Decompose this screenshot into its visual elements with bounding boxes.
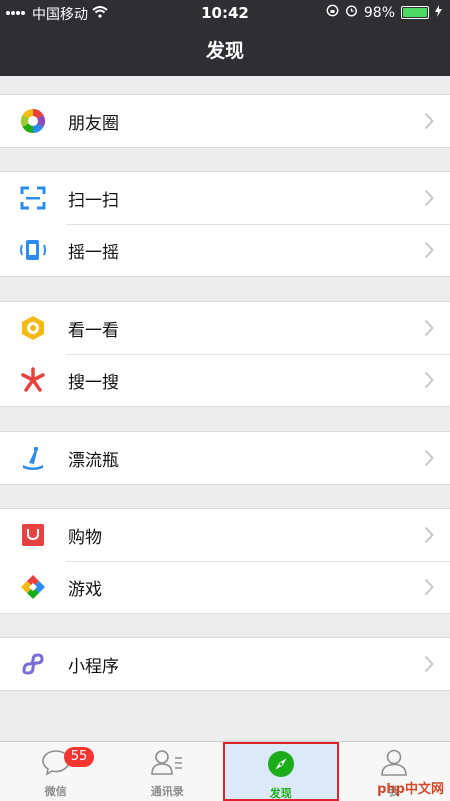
tab-label: 通讯录: [151, 783, 184, 799]
menu-item-moments[interactable]: 朋友圈: [0, 95, 450, 147]
chevron-right-icon: [424, 655, 434, 677]
menu-item-label: 购物: [68, 523, 102, 548]
profile-icon: [380, 748, 408, 780]
menu-item-label: 扫一扫: [68, 186, 119, 211]
chevron-right-icon: [424, 189, 434, 211]
watermark: php中文网: [377, 778, 444, 797]
chevron-right-icon: [424, 371, 434, 393]
scan-icon: [20, 185, 46, 211]
menu-item-label: 朋友圈: [68, 109, 119, 134]
chevron-right-icon: [424, 319, 434, 341]
chevron-right-icon: [424, 112, 434, 134]
menu-item-label: 漂流瓶: [68, 446, 119, 471]
tab-label: 发现: [270, 785, 292, 801]
tab-label: 微信: [45, 783, 67, 799]
charging-icon: [435, 5, 442, 21]
contacts-icon: [150, 748, 184, 780]
menu-item-shopping[interactable]: 购物: [0, 509, 450, 561]
battery-icon: [401, 6, 429, 19]
search-icon: [20, 367, 46, 393]
shopping-icon: [20, 522, 46, 548]
tab-contacts[interactable]: 通讯录: [112, 742, 224, 801]
menu-group-moments: 朋友圈: [0, 94, 450, 148]
menu-item-label: 搜一搜: [68, 368, 119, 393]
chevron-right-icon: [424, 449, 434, 471]
battery-label: 98%: [364, 5, 395, 21]
menu-item-games[interactable]: 游戏: [0, 561, 450, 613]
menu-item-search[interactable]: 搜一搜: [0, 354, 450, 406]
tab-discover[interactable]: 发现: [223, 742, 339, 801]
chevron-right-icon: [424, 578, 434, 600]
unread-badge: 55: [64, 747, 94, 767]
menu-item-label: 游戏: [68, 575, 102, 600]
tab-chats[interactable]: 微信 55: [0, 742, 112, 801]
menu-item-top-stories[interactable]: 看一看: [0, 302, 450, 354]
status-right: 98%: [326, 4, 442, 21]
page-title: 发现: [206, 40, 244, 62]
menu-group-mini-programs: 小程序: [0, 637, 450, 691]
menu-group-shopping-games: 购物 游戏: [0, 508, 450, 614]
status-bar: 中国移动 10:42 98%: [0, 0, 450, 26]
alarm-icon: [345, 4, 358, 21]
menu-group-bottle: 漂流瓶: [0, 431, 450, 485]
menu-group-top-stories-search: 看一看 搜一搜: [0, 301, 450, 407]
menu-item-label: 摇一摇: [68, 238, 119, 263]
bottle-icon: [20, 445, 46, 471]
menu-item-scan[interactable]: 扫一扫: [0, 172, 450, 224]
games-icon: [20, 574, 46, 600]
top-stories-icon: [20, 315, 46, 341]
moments-icon: [20, 108, 46, 134]
menu-group-scan-shake: 扫一扫 摇一摇: [0, 171, 450, 277]
chevron-right-icon: [424, 241, 434, 263]
menu-item-bottle[interactable]: 漂流瓶: [0, 432, 450, 484]
rotation-lock-icon: [326, 4, 339, 21]
mini-programs-icon: [20, 651, 46, 677]
menu-item-label: 看一看: [68, 316, 119, 341]
chevron-right-icon: [424, 526, 434, 548]
nav-bar: 发现: [0, 26, 450, 76]
menu-item-mini-programs[interactable]: 小程序: [0, 638, 450, 690]
menu-item-shake[interactable]: 摇一摇: [0, 224, 450, 276]
menu-item-label: 小程序: [68, 652, 119, 677]
compass-icon: [267, 750, 295, 782]
shake-icon: [20, 237, 46, 263]
